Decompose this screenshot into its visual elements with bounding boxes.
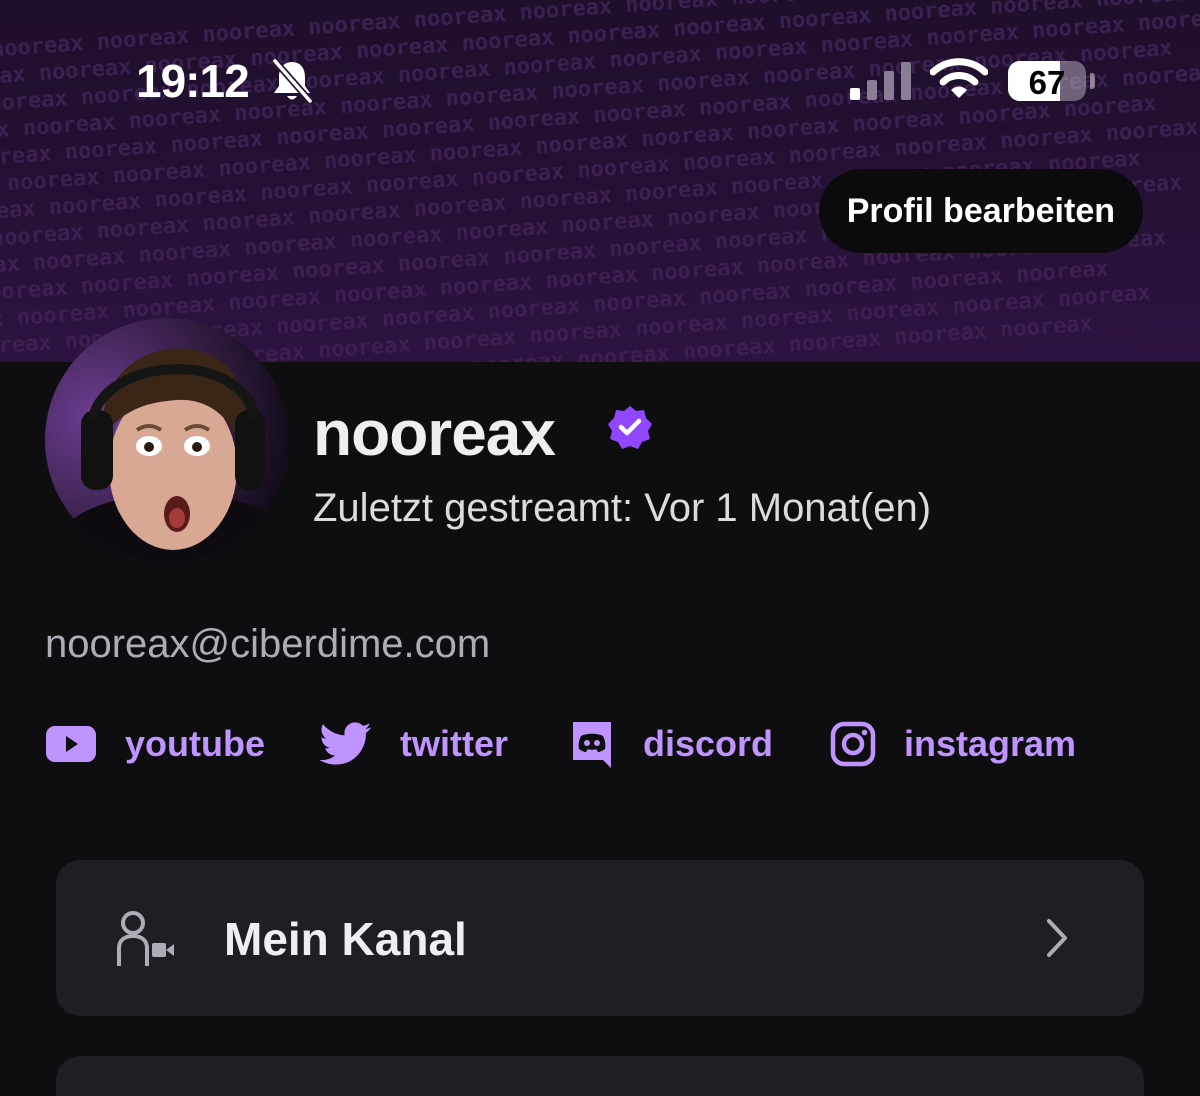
last-streamed-text: Zuletzt gestreamt: Vor 1 Monat(en) xyxy=(313,486,932,530)
menu-item-my-channel[interactable]: Mein Kanal xyxy=(56,860,1144,1016)
youtube-icon xyxy=(46,726,96,762)
next-menu-card[interactable] xyxy=(56,1056,1144,1096)
social-link-twitter[interactable]: twitter xyxy=(320,712,508,776)
instagram-icon xyxy=(830,721,876,767)
verified-badge-icon xyxy=(607,404,653,455)
contact-email[interactable]: nooreax@ciberdime.com xyxy=(45,622,490,667)
social-link-discord[interactable]: discord xyxy=(569,712,773,776)
menu-item-label: Mein Kanal xyxy=(224,913,467,965)
username: nooreax xyxy=(313,397,556,469)
battery-percent: 67 xyxy=(1028,64,1066,101)
battery-indicator: 67 xyxy=(1008,61,1086,101)
social-label: twitter xyxy=(400,723,508,764)
discord-icon xyxy=(573,722,611,768)
battery-nub xyxy=(1090,73,1095,89)
edit-profile-button[interactable]: Profil bearbeiten xyxy=(818,169,1143,253)
wifi-icon xyxy=(929,58,989,105)
status-bar: 19:12 67 xyxy=(0,0,1200,165)
channel-user-camera-icon xyxy=(116,910,176,973)
chevron-right-icon xyxy=(1044,918,1070,963)
bell-slash-icon xyxy=(270,58,314,109)
social-label: instagram xyxy=(904,723,1077,764)
cellular-signal-icon xyxy=(850,60,914,107)
avatar[interactable] xyxy=(45,318,289,562)
twitter-icon xyxy=(320,722,372,765)
social-link-youtube[interactable]: youtube xyxy=(45,712,265,776)
avatar-image xyxy=(45,318,289,562)
social-label: youtube xyxy=(125,723,265,764)
status-time: 19:12 xyxy=(136,55,250,107)
social-link-instagram[interactable]: instagram xyxy=(830,712,1076,776)
social-label: discord xyxy=(643,723,774,764)
